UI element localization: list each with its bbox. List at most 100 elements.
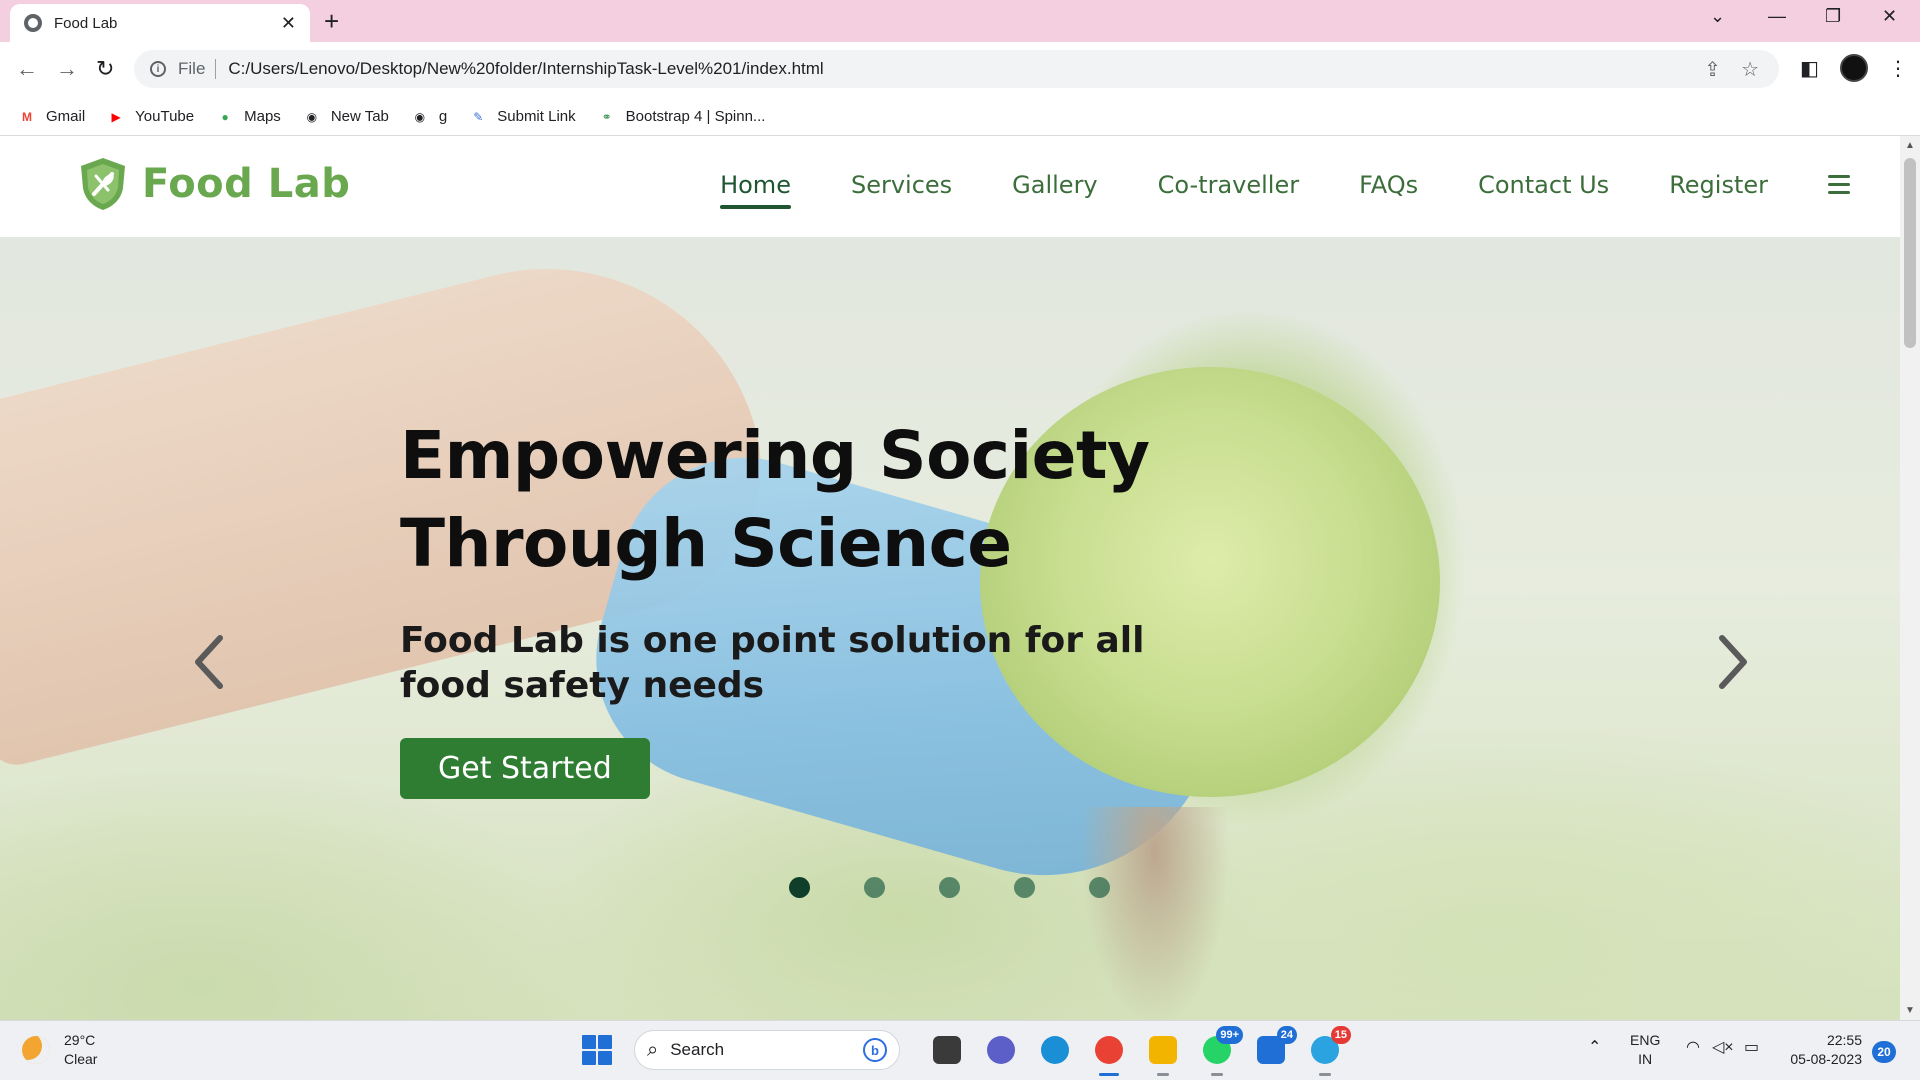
bookmark-item[interactable]: ● Maps [216,108,281,126]
bookmark-label: g [438,108,448,125]
task-view-glyph [933,1036,961,1064]
get-started-button[interactable]: Get Started [400,738,650,799]
bookmark-label: YouTube [135,108,195,125]
address-bar[interactable]: i File C:/Users/Lenovo/Desktop/New%20fol… [134,50,1779,88]
carousel-indicators [789,877,1164,898]
bookmark-item[interactable]: ◉ New Tab [303,108,389,126]
bing-icon[interactable]: b [863,1038,887,1062]
app-badge: 24 [1276,1026,1297,1044]
bookmark-label: Gmail [46,108,86,125]
scroll-down-icon[interactable]: ▼ [1905,1005,1915,1016]
bookmark-item[interactable]: ▶ YouTube [107,108,195,126]
edge-app-icon[interactable] [1035,1030,1075,1070]
taskbar-apps: ⌕ Search b 99+ 24 15 [582,1026,1352,1076]
globe-icon: ◉ [306,109,318,124]
tab-food-lab[interactable]: Food Lab ✕ [10,4,310,42]
battery-icon[interactable]: ▭ [1744,1037,1759,1057]
language-indicator[interactable]: ENG IN [1630,1031,1660,1069]
back-arrow-icon[interactable]: ← [16,56,38,82]
carousel-dot[interactable] [789,877,810,898]
nav-link-home[interactable]: Home [720,171,791,209]
hero-title: Empowering Society Through Science [400,412,1300,588]
site-info-icon[interactable]: i [150,61,166,77]
close-window-button[interactable]: ✕ [1882,6,1897,27]
site-logo[interactable]: Food Lab [78,156,350,212]
language-code: ENG [1630,1032,1661,1048]
weather-condition: Clear [64,1051,98,1067]
carousel-prev-icon[interactable] [190,632,230,692]
wifi-icon[interactable]: ◠ [1686,1037,1700,1057]
telegram-app-icon[interactable]: 15 [1305,1026,1351,1076]
carousel-dot[interactable] [864,877,885,898]
tab-search-icon[interactable]: ⌄ [1710,6,1725,27]
task-view-app-icon[interactable] [927,1030,967,1070]
app-running-indicator [1157,1073,1169,1076]
bookmark-label: Maps [244,108,281,125]
app-running-indicator [1319,1073,1331,1076]
main-menu: Home Services Gallery Co-traveller FAQs Conta… [660,170,1850,209]
scroll-up-icon[interactable]: ▲ [1905,140,1915,151]
bookmark-item[interactable]: ⚭ Bootstrap 4 | Spinn... [598,108,766,126]
reload-icon[interactable]: ↻ [96,56,114,82]
weather-widget[interactable]: 29°C Clear [22,1031,97,1069]
carousel-dot[interactable] [1014,877,1035,898]
clock-time: 22:55 [1826,1032,1862,1048]
file-explorer-app-icon[interactable] [1143,1030,1183,1076]
forward-arrow-icon[interactable]: → [56,56,78,82]
nav-link-register[interactable]: Register [1669,171,1768,205]
app-badge: 15 [1330,1026,1351,1044]
share-icon[interactable]: ⇪ [1704,57,1721,82]
start-button[interactable] [582,1035,612,1065]
tab-title: Food Lab [54,14,118,32]
page-viewport: Food Lab Home Services Gallery Co-traveller… [0,136,1920,1020]
tab-strip: Food Lab ✕ + ⌄ — ❐ ✕ [0,0,1920,42]
carousel-dot[interactable] [939,877,960,898]
url-separator [215,59,217,79]
teams-glyph [987,1036,1015,1064]
bookmark-item[interactable]: ✎ Submit Link [469,108,575,126]
nav-link-contact-us[interactable]: Contact Us [1478,171,1609,205]
minimize-button[interactable]: — [1768,6,1786,27]
more-menu-icon[interactable]: ⋮ [1888,56,1908,81]
show-hidden-icons-icon[interactable]: ⌃ [1588,1037,1601,1057]
bookmark-label: Submit Link [497,108,576,125]
mail-app-icon[interactable]: 24 [1251,1026,1297,1070]
chrome-glyph [1095,1036,1123,1064]
submit-link-icon: ✎ [473,109,484,124]
close-tab-icon[interactable]: ✕ [281,13,296,34]
nav-link-co-traveller[interactable]: Co-traveller [1158,171,1299,205]
mute-icon[interactable]: ◁× [1712,1037,1734,1057]
app-badge: 99+ [1216,1026,1243,1044]
page-scrollbar[interactable]: ▲ ▼ [1900,136,1920,1020]
nav-link-faqs[interactable]: FAQs [1359,171,1418,205]
carousel-next-icon[interactable] [1712,632,1752,692]
notification-badge[interactable]: 20 [1872,1041,1896,1063]
url-text[interactable]: C:/Users/Lenovo/Desktop/New%20folder/Int… [228,59,1704,79]
clock[interactable]: 22:55 05-08-2023 [1782,1031,1862,1069]
teams-app-icon[interactable] [981,1030,1021,1070]
bookmark-star-icon[interactable]: ☆ [1741,57,1759,82]
restore-button[interactable]: ❐ [1825,6,1841,27]
nav-link-gallery[interactable]: Gallery [1012,171,1097,205]
new-tab-button[interactable]: + [324,6,339,37]
region-code: IN [1638,1051,1653,1067]
scrollbar-thumb[interactable] [1904,158,1916,348]
side-panel-icon[interactable]: ◧ [1800,56,1819,81]
hamburger-menu-icon[interactable] [1828,170,1850,205]
bookmark-item[interactable]: ◉ g [411,108,448,126]
hero-title-line1: Empowering Society [400,417,1150,494]
app-running-indicator [1099,1073,1119,1076]
youtube-icon: ▶ [111,109,121,124]
carousel-dot[interactable] [1089,877,1110,898]
weather-temp: 29°C [64,1032,96,1048]
whatsapp-app-icon[interactable]: 99+ [1197,1026,1243,1076]
clock-date: 05-08-2023 [1790,1051,1862,1067]
chrome-app-icon[interactable] [1089,1030,1129,1076]
taskbar-search[interactable]: ⌕ Search b [634,1030,900,1070]
nav-link-services[interactable]: Services [851,171,952,205]
gmail-icon: M [22,109,32,124]
shield-logo-icon [81,158,125,210]
bookmark-label: New Tab [330,108,389,125]
profile-avatar[interactable] [1840,54,1868,82]
bookmark-item[interactable]: M Gmail [18,108,85,126]
